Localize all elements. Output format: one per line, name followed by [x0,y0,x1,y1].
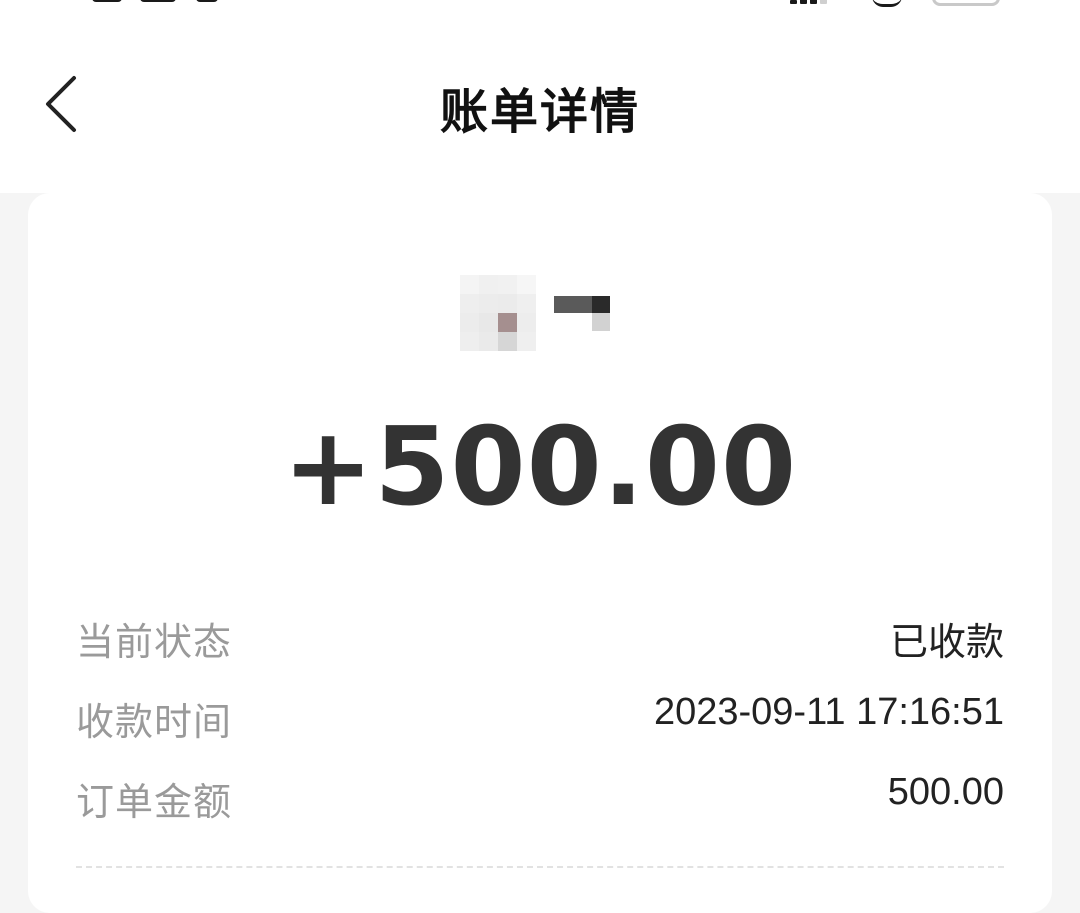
bill-detail-card: +500.00 当前状态 已收款 收款时间 2023-09-11 17:16:5… [28,193,1052,913]
status-value: 已收款 [889,622,1004,664]
navigation-bar: 账单详情 [0,20,1080,193]
order-amount-label: 订单金额 [76,780,233,824]
order-amount-value: 500.00 [887,771,1004,813]
dashed-divider [76,866,1004,868]
battery-icon [932,0,1000,6]
wifi-icon [872,0,902,7]
signal-icon [790,0,834,4]
receive-time-label: 收款时间 [76,700,233,744]
detail-row-receive-time: 收款时间 2023-09-11 17:16:51 [76,691,1004,751]
detail-row-order-amount: 订单金额 500.00 [76,771,1004,831]
merchant-avatar [460,275,536,351]
status-time-obscured [92,0,252,2]
merchant-name-obscured [554,296,614,332]
page-title: 账单详情 [439,84,640,140]
detail-row-status: 当前状态 已收款 [76,611,1004,671]
status-label: 当前状态 [76,620,233,664]
receive-time-value: 2023-09-11 17:16:51 [653,691,1004,733]
transaction-amount: +500.00 [282,405,798,530]
status-bar [0,0,1080,20]
